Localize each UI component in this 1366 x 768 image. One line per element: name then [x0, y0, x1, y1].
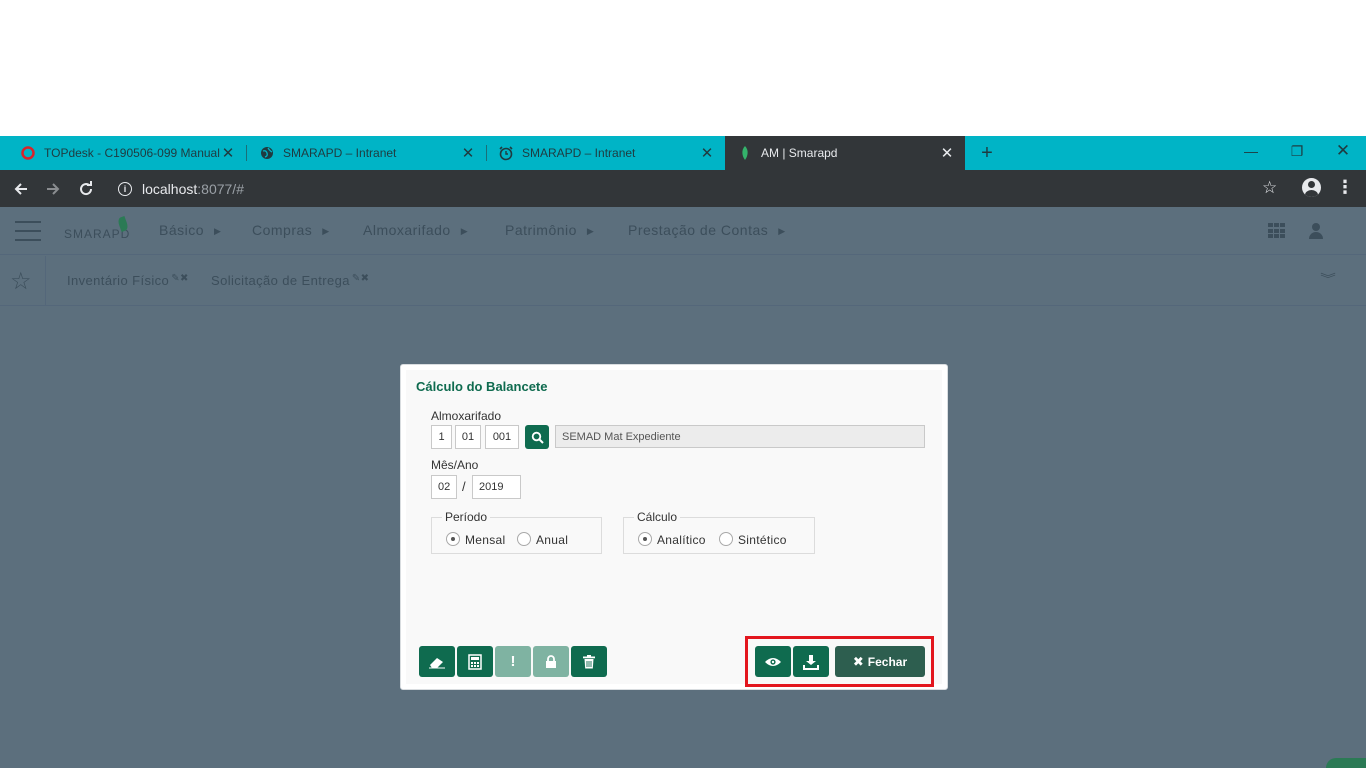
periodo-mensal-radio[interactable] — [446, 532, 460, 546]
favorites-star-icon[interactable]: ☆ — [10, 267, 32, 296]
close-icon[interactable]: ✕ — [699, 144, 715, 162]
lock-button[interactable] — [533, 646, 569, 677]
tab-title: SMARAPD – Intranet — [522, 146, 636, 160]
calculo-sintetico-radio[interactable] — [719, 532, 733, 546]
browser-tabstrip: TOPdesk - C190506-099 Manual ✕ SMARAPD –… — [0, 136, 1366, 170]
menu-prestacao-de-contas[interactable]: Prestação de Contas ▶ — [628, 222, 786, 238]
delete-button[interactable] — [571, 646, 607, 677]
search-icon — [531, 431, 544, 444]
dialog-title: Cálculo do Balancete — [416, 379, 548, 394]
new-tab-button[interactable]: + — [976, 136, 998, 170]
menu-patrimonio[interactable]: Patrimônio ▶ — [505, 222, 594, 238]
download-icon — [803, 654, 819, 670]
download-button[interactable] — [793, 646, 829, 677]
eraser-button[interactable] — [419, 646, 455, 677]
hamburger-menu-icon[interactable] — [15, 221, 41, 241]
periodo-mensal-label[interactable]: Mensal — [465, 533, 505, 547]
fechar-button[interactable]: ✖ Fechar — [835, 646, 925, 677]
caret-right-icon: ▶ — [778, 225, 786, 236]
browser-menu-icon[interactable]: ⋮ — [1336, 177, 1354, 198]
menu-compras[interactable]: Compras ▶ — [252, 222, 330, 238]
almox-search-button[interactable] — [525, 425, 549, 449]
alert-button[interactable]: ! — [495, 646, 531, 677]
account-icon[interactable] — [1302, 178, 1321, 197]
info-icon[interactable]: i — [118, 181, 132, 196]
almox-description-field: SEMAD Mat Expediente — [555, 425, 925, 448]
browser-tab-smarapd-active[interactable]: AM | Smarapd ✕ — [725, 136, 965, 170]
browser-tab-intranet-1[interactable]: SMARAPD – Intranet ✕ — [247, 136, 486, 170]
tab-title: SMARAPD – Intranet — [283, 146, 397, 160]
url-host: localhost — [142, 180, 198, 197]
almox-code-1-input[interactable]: 1 — [431, 425, 452, 449]
trash-icon — [583, 654, 595, 668]
globe-icon — [259, 145, 275, 161]
apps-grid-icon[interactable] — [1268, 223, 1285, 239]
mes-ano-label: Mês/Ano — [431, 458, 479, 472]
double-chevron-down-icon[interactable]: ︾ — [1320, 270, 1336, 287]
tab-title: AM | Smarapd — [761, 146, 838, 160]
browser-tab-topdesk[interactable]: TOPdesk - C190506-099 Manual ✕ — [0, 136, 246, 170]
restore-icon[interactable]: ❐ — [1274, 136, 1320, 166]
edit-remove-icon: ✎✖ — [351, 273, 370, 284]
calculo-sintetico-label[interactable]: Sintético — [738, 533, 787, 547]
url-path: :8077/# — [197, 180, 244, 197]
preview-button[interactable] — [755, 646, 791, 677]
periodo-legend: Período — [442, 510, 491, 524]
close-x-icon: ✖ — [852, 653, 864, 669]
forward-arrow-icon[interactable] — [40, 176, 66, 202]
periodo-anual-radio[interactable] — [517, 532, 531, 546]
close-icon[interactable]: ✕ — [460, 144, 476, 162]
edit-remove-icon: ✎✖ — [171, 273, 189, 284]
favorites-bar: ☆ Inventário Físico ✎✖ Solicitação de Ent… — [0, 256, 1366, 306]
periodo-anual-label[interactable]: Anual — [536, 533, 568, 547]
favorite-solicitacao-de-entrega[interactable]: Solicitação de Entrega ✎✖ — [211, 273, 369, 288]
smarapd-leaf-icon — [737, 145, 753, 161]
window-close-icon[interactable]: ✕ — [1320, 136, 1366, 166]
floating-button[interactable] — [1326, 758, 1366, 768]
url-field[interactable]: i localhost:8077/# — [108, 174, 1298, 203]
exclamation-icon: ! — [510, 653, 516, 670]
calculo-legend: Cálculo — [634, 510, 681, 524]
almox-code-3-input[interactable]: 001 — [485, 425, 519, 449]
almoxarifado-label: Almoxarifado — [431, 409, 502, 423]
menu-basico[interactable]: Básico ▶ — [159, 222, 221, 238]
user-icon[interactable] — [1309, 223, 1323, 239]
fechar-label: Fechar — [867, 654, 908, 669]
topdesk-icon — [20, 145, 36, 161]
almox-code-2-input[interactable]: 01 — [455, 425, 481, 449]
close-icon[interactable]: ✕ — [939, 144, 955, 162]
browser-tab-intranet-2[interactable]: SMARAPD – Intranet ✕ — [487, 136, 725, 170]
caret-right-icon: ▶ — [322, 225, 330, 236]
lock-icon — [546, 654, 556, 668]
caret-right-icon: ▶ — [460, 225, 469, 236]
caret-right-icon: ▶ — [214, 225, 222, 236]
bookmark-star-icon[interactable]: ☆ — [1262, 178, 1277, 198]
favorite-inventario-fisico[interactable]: Inventário Físico ✎✖ — [67, 273, 189, 288]
back-arrow-icon[interactable] — [8, 176, 34, 202]
ano-input[interactable]: 2019 — [472, 475, 521, 499]
calculo-analitico-label[interactable]: Analítico — [657, 533, 706, 547]
minimize-icon[interactable]: — — [1228, 136, 1274, 166]
tab-title: TOPdesk - C190506-099 Manual — [44, 146, 220, 160]
calculo-analitico-radio[interactable] — [638, 532, 652, 546]
alarm-clock-icon — [498, 145, 514, 161]
menu-almoxarifado[interactable]: Almoxarifado ▶ — [363, 222, 468, 238]
calculator-icon — [468, 653, 482, 670]
caret-right-icon: ▶ — [586, 225, 595, 236]
calculate-button[interactable] — [457, 646, 493, 677]
close-icon[interactable]: ✕ — [220, 144, 236, 162]
eraser-icon — [429, 657, 445, 668]
date-separator: / — [462, 479, 466, 494]
address-bar: i localhost:8077/# ☆ ⋮ — [0, 170, 1366, 207]
app-header: SMARAPD Básico ▶ Compras ▶ Almoxarifado ▶ P… — [0, 207, 1366, 255]
mes-input[interactable]: 02 — [431, 475, 457, 499]
reload-icon[interactable] — [73, 176, 99, 202]
eye-icon — [765, 657, 781, 666]
